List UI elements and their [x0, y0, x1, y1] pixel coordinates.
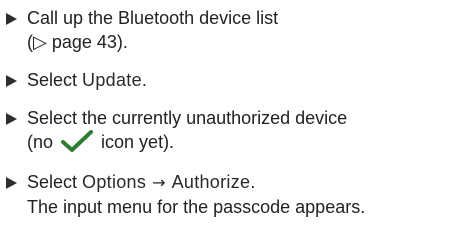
step-3-after-icon: icon yet). — [96, 132, 175, 152]
step-1-page-reference: (▷ page 43). — [27, 32, 128, 52]
step-4-suffix: . — [250, 172, 256, 192]
menu-item-options: Options — [82, 172, 147, 192]
step-1: Call up the Bluetooth device list (▷ pag… — [6, 6, 456, 54]
bullet-triangle-icon — [6, 75, 17, 87]
step-3: Select the currently unauthorized device… — [6, 106, 456, 154]
step-4: Select Options → Authorize. The input menu… — [6, 170, 456, 219]
step-4-prefix: Select — [27, 172, 83, 192]
instruction-steps: Call up the Bluetooth device list (▷ pag… — [6, 6, 456, 233]
menu-item-authorize: Authorize — [171, 172, 251, 192]
step-2: Select Update. — [6, 68, 456, 92]
step-2-suffix: . — [141, 70, 147, 90]
step-2-prefix: Select — [27, 70, 83, 90]
step-4-line-1: Select Options → Authorize. — [27, 170, 456, 195]
bullet-triangle-icon — [6, 177, 17, 189]
menu-item-update: Update — [82, 70, 142, 90]
bullet-triangle-icon — [6, 13, 17, 25]
step-3-line-2: (no icon yet). — [27, 130, 456, 154]
step-1-line-1: Call up the Bluetooth device list — [27, 8, 279, 28]
checkmark-icon — [61, 130, 94, 152]
right-arrow-icon: → — [152, 173, 166, 192]
step-3-line-1: Select the currently unauthorized device — [27, 108, 348, 128]
step-4-result: The input menu for the passcode appears. — [27, 197, 366, 217]
bullet-triangle-icon — [6, 113, 17, 125]
step-3-before-icon: (no — [27, 132, 59, 152]
